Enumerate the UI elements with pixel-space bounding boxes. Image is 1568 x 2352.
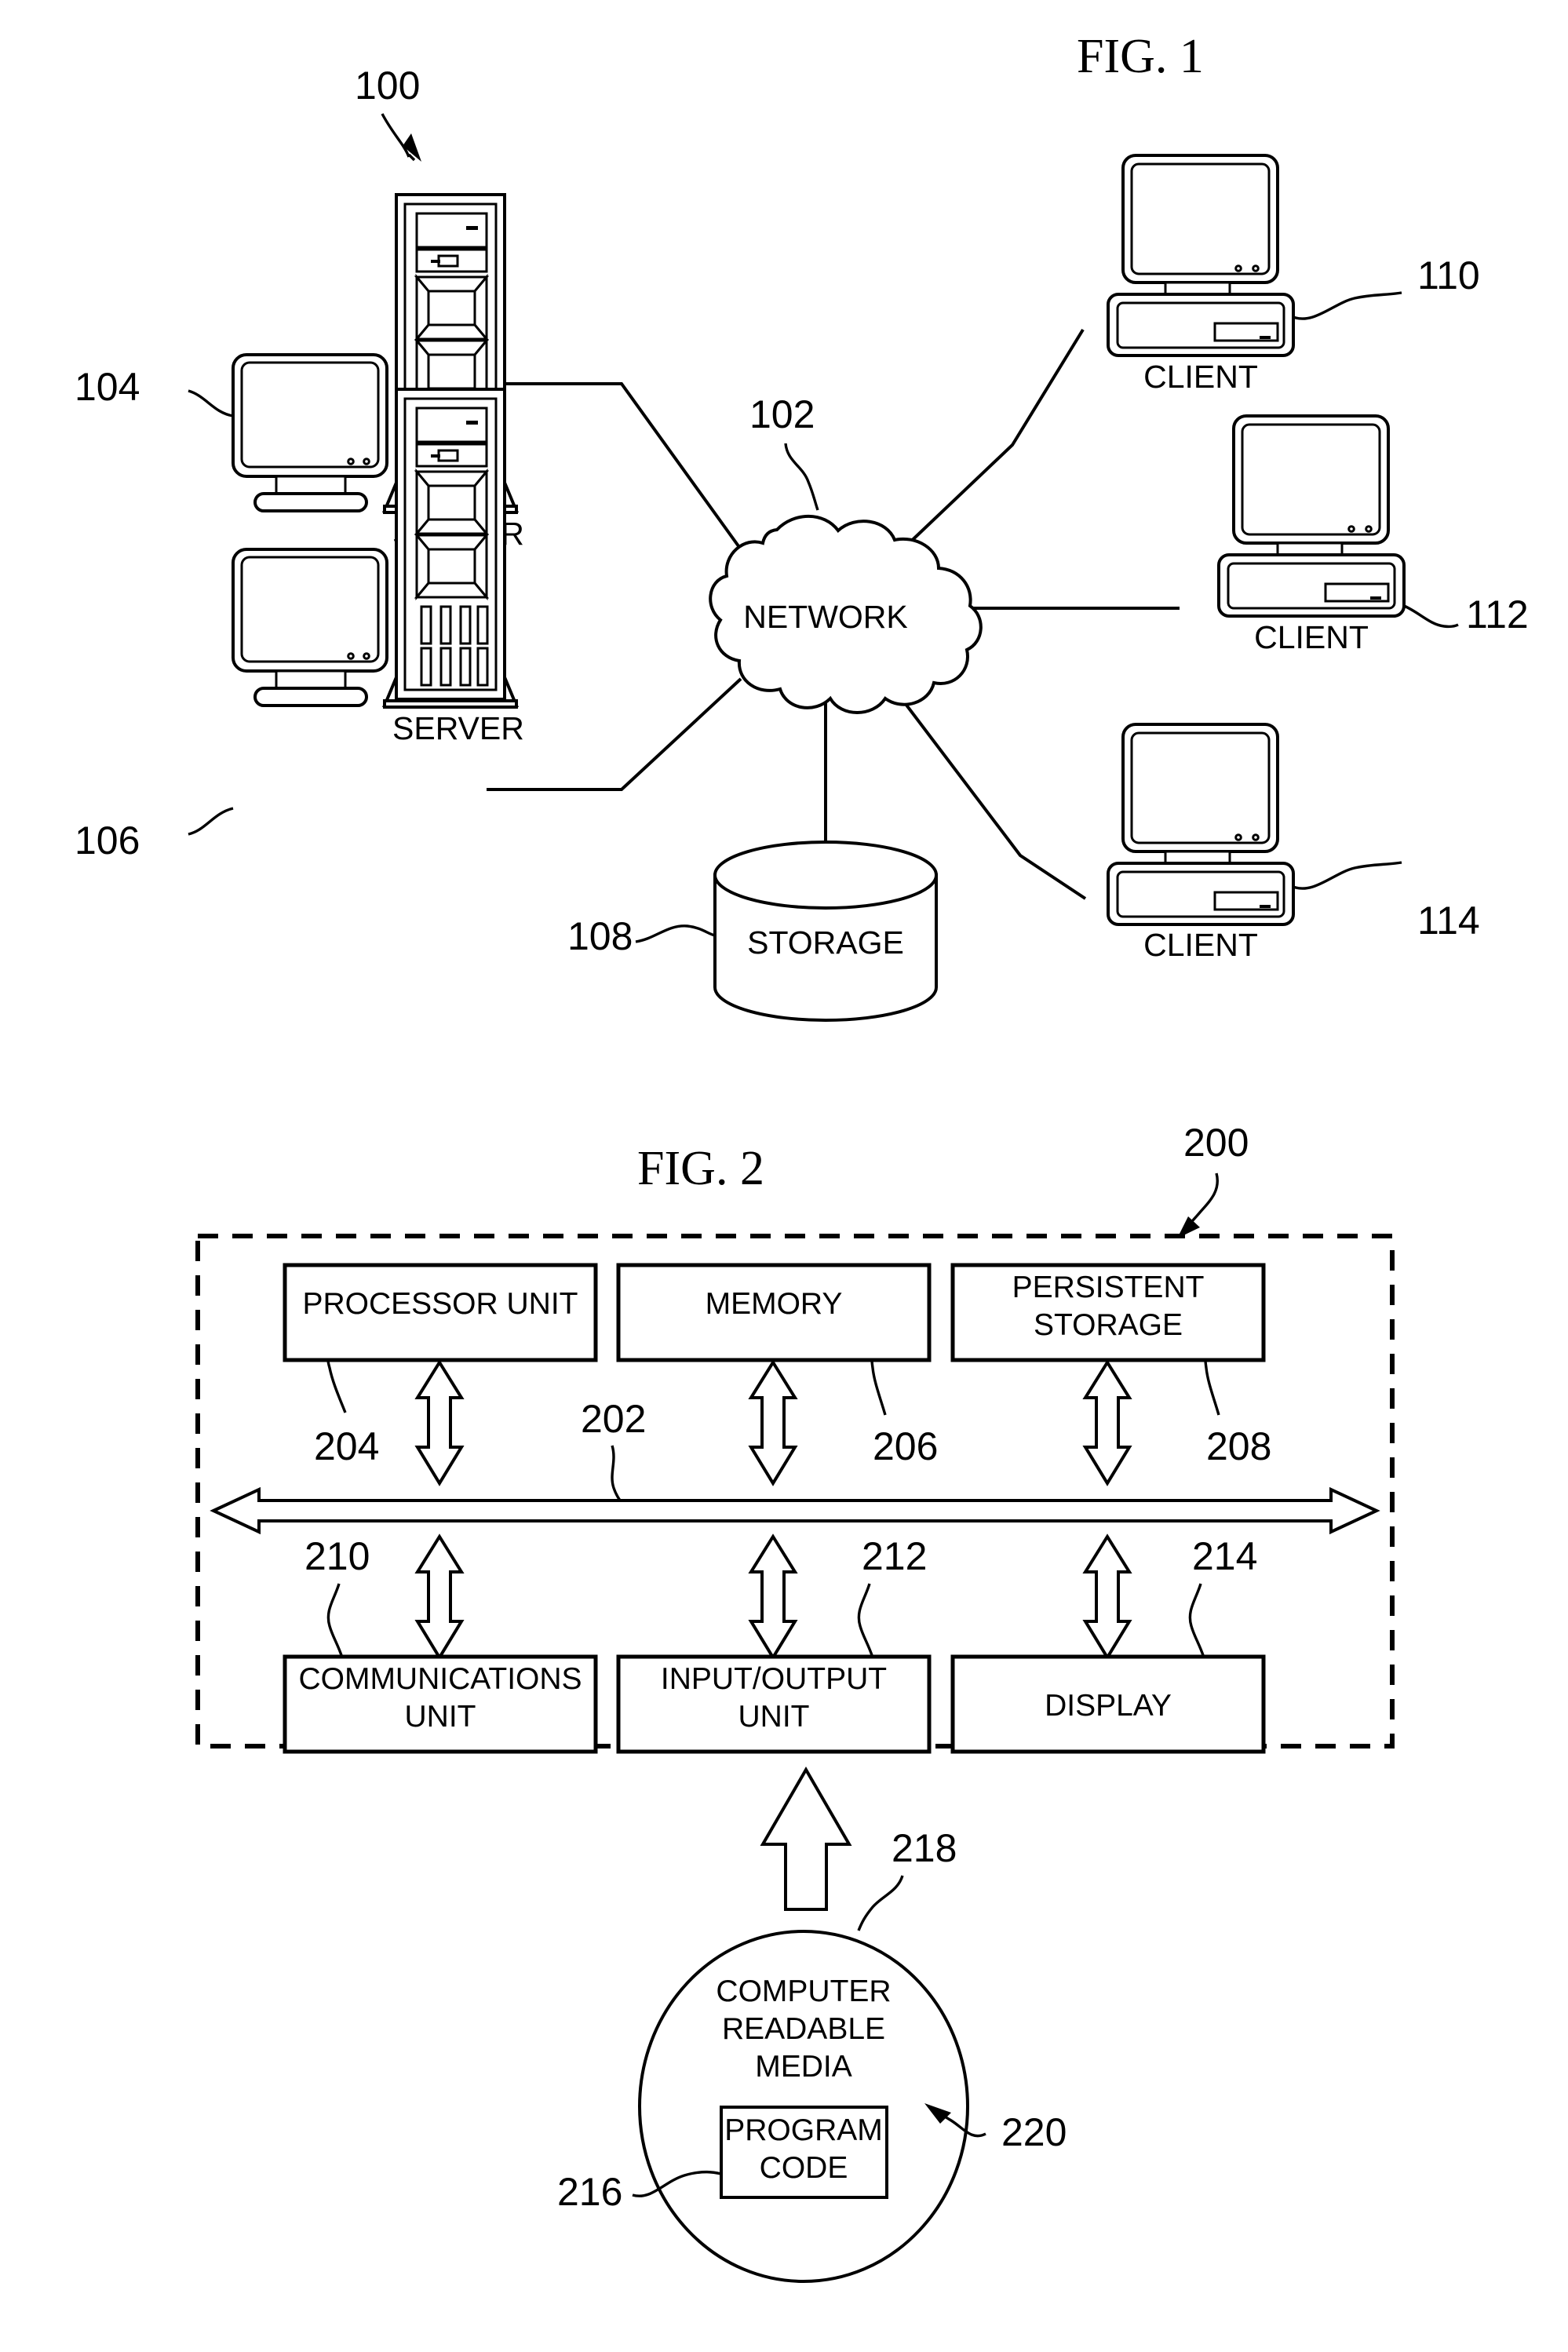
program-code-label-line1: PROGRAM [724, 2113, 883, 2147]
client-group-112: CLIENT 112 [1217, 414, 1529, 655]
communications-unit-label-line1: COMMUNICATIONS [298, 1662, 582, 1696]
ref-group-214: 214 [1188, 1534, 1257, 1658]
figure-2-title: FIG. 2 [637, 1142, 764, 1195]
ref-label-220: 220 [1001, 2110, 1067, 2154]
media-label-line1: COMPUTER [716, 1975, 891, 2008]
ref-label-106: 106 [75, 819, 140, 862]
ref-group-204: 204 [314, 1359, 379, 1468]
persistent-storage-label-line1: PERSISTENT [1012, 1271, 1205, 1304]
patent-figure-sheet: FIG. 1 100 104 SERVER 106 NETWORK 102 ST… [0, 0, 1568, 2352]
monitor-icon [232, 353, 388, 512]
network-cloud-group-102: NETWORK 102 [709, 392, 983, 714]
program-code-label-line2: CODE [760, 2151, 848, 2185]
communications-unit-box-210: COMMUNICATIONS UNIT [283, 1654, 598, 1754]
ref-label-204: 204 [314, 1424, 379, 1468]
desktop-computer-icon [1107, 154, 1295, 357]
ref-label-100: 100 [355, 64, 420, 108]
client-group-114: CLIENT 114 [1107, 723, 1480, 963]
persistent-storage-label-line2: STORAGE [1034, 1308, 1183, 1342]
figure-2: FIG. 2 200 PROCESSOR UNIT MEMORY PERSIST… [195, 1121, 1395, 2283]
fig2-system-ref-200: 200 [1177, 1121, 1249, 1238]
ref-label-216: 216 [557, 2170, 622, 2214]
server-tower-icon [382, 388, 519, 709]
ref-label-202: 202 [581, 1397, 646, 1441]
ref-label-214: 214 [1192, 1534, 1257, 1578]
ref-group-212: 212 [857, 1534, 927, 1658]
ref-label-114: 114 [1417, 899, 1480, 943]
ref-label-112: 112 [1466, 593, 1529, 636]
processor-unit-label: PROCESSOR UNIT [302, 1287, 578, 1321]
ref-label-208: 208 [1206, 1424, 1271, 1468]
bus-arrow-display [1082, 1533, 1132, 1661]
figure-1: FIG. 1 100 104 SERVER 106 NETWORK 102 ST… [75, 30, 1529, 1022]
ref-label-200: 200 [1183, 1121, 1249, 1165]
bus-arrow-persistent-storage [1082, 1359, 1132, 1486]
system-bus-202 [210, 1486, 1380, 1535]
input-output-unit-box-212: INPUT/OUTPUT UNIT [616, 1654, 932, 1754]
server-106-label: SERVER [392, 710, 524, 746]
ref-label-218: 218 [892, 1826, 957, 1870]
ref-group-206: 206 [870, 1359, 938, 1468]
input-output-unit-label-line2: UNIT [738, 1700, 810, 1734]
client-110-label: CLIENT [1143, 359, 1258, 395]
ref-group-218: 218 [857, 1826, 957, 1931]
processor-unit-box-204: PROCESSOR UNIT [283, 1263, 598, 1362]
ref-label-212: 212 [862, 1534, 927, 1578]
client-group-110: CLIENT 110 [1107, 154, 1480, 395]
network-label: NETWORK [743, 599, 908, 635]
ref-label-110: 110 [1417, 253, 1480, 297]
ref-group-202: 202 [581, 1397, 646, 1508]
program-code-load-arrow [760, 1767, 852, 1911]
ref-group-208: 208 [1204, 1359, 1271, 1468]
ref-group-210: 210 [304, 1534, 370, 1658]
ref-label-104: 104 [75, 365, 140, 409]
monitor-icon [232, 548, 388, 707]
ref-label-108: 108 [567, 914, 633, 958]
media-label-line2: READABLE [722, 2012, 885, 2046]
ref-label-206: 206 [873, 1424, 938, 1468]
memory-label: MEMORY [706, 1287, 843, 1321]
client-114-label: CLIENT [1143, 927, 1258, 963]
persistent-storage-box-208: PERSISTENT STORAGE [950, 1263, 1266, 1362]
memory-box-206: MEMORY [616, 1263, 932, 1362]
figure-1-title: FIG. 1 [1077, 30, 1204, 83]
client-112-label: CLIENT [1254, 619, 1369, 655]
bus-arrow-communications [414, 1533, 465, 1661]
display-box-214: DISPLAY [950, 1654, 1266, 1754]
bus-arrow-memory [748, 1359, 798, 1486]
storage-cylinder-group-108: STORAGE 108 [567, 841, 938, 1022]
bus-arrow-processor [414, 1359, 465, 1486]
ref-label-102: 102 [749, 392, 815, 436]
storage-label: STORAGE [747, 924, 904, 961]
media-label-line3: MEDIA [755, 2050, 852, 2084]
input-output-unit-label-line1: INPUT/OUTPUT [661, 1662, 887, 1696]
fig1-system-ref-100: 100 [355, 64, 421, 162]
bus-arrow-io [748, 1533, 798, 1661]
desktop-computer-icon [1217, 414, 1406, 618]
communications-unit-label-line2: UNIT [405, 1700, 476, 1734]
desktop-computer-icon [1107, 723, 1295, 926]
program-code-box-216: PROGRAM CODE 216 [557, 2106, 888, 2214]
ref-label-210: 210 [304, 1534, 370, 1578]
display-label: DISPLAY [1045, 1689, 1172, 1723]
